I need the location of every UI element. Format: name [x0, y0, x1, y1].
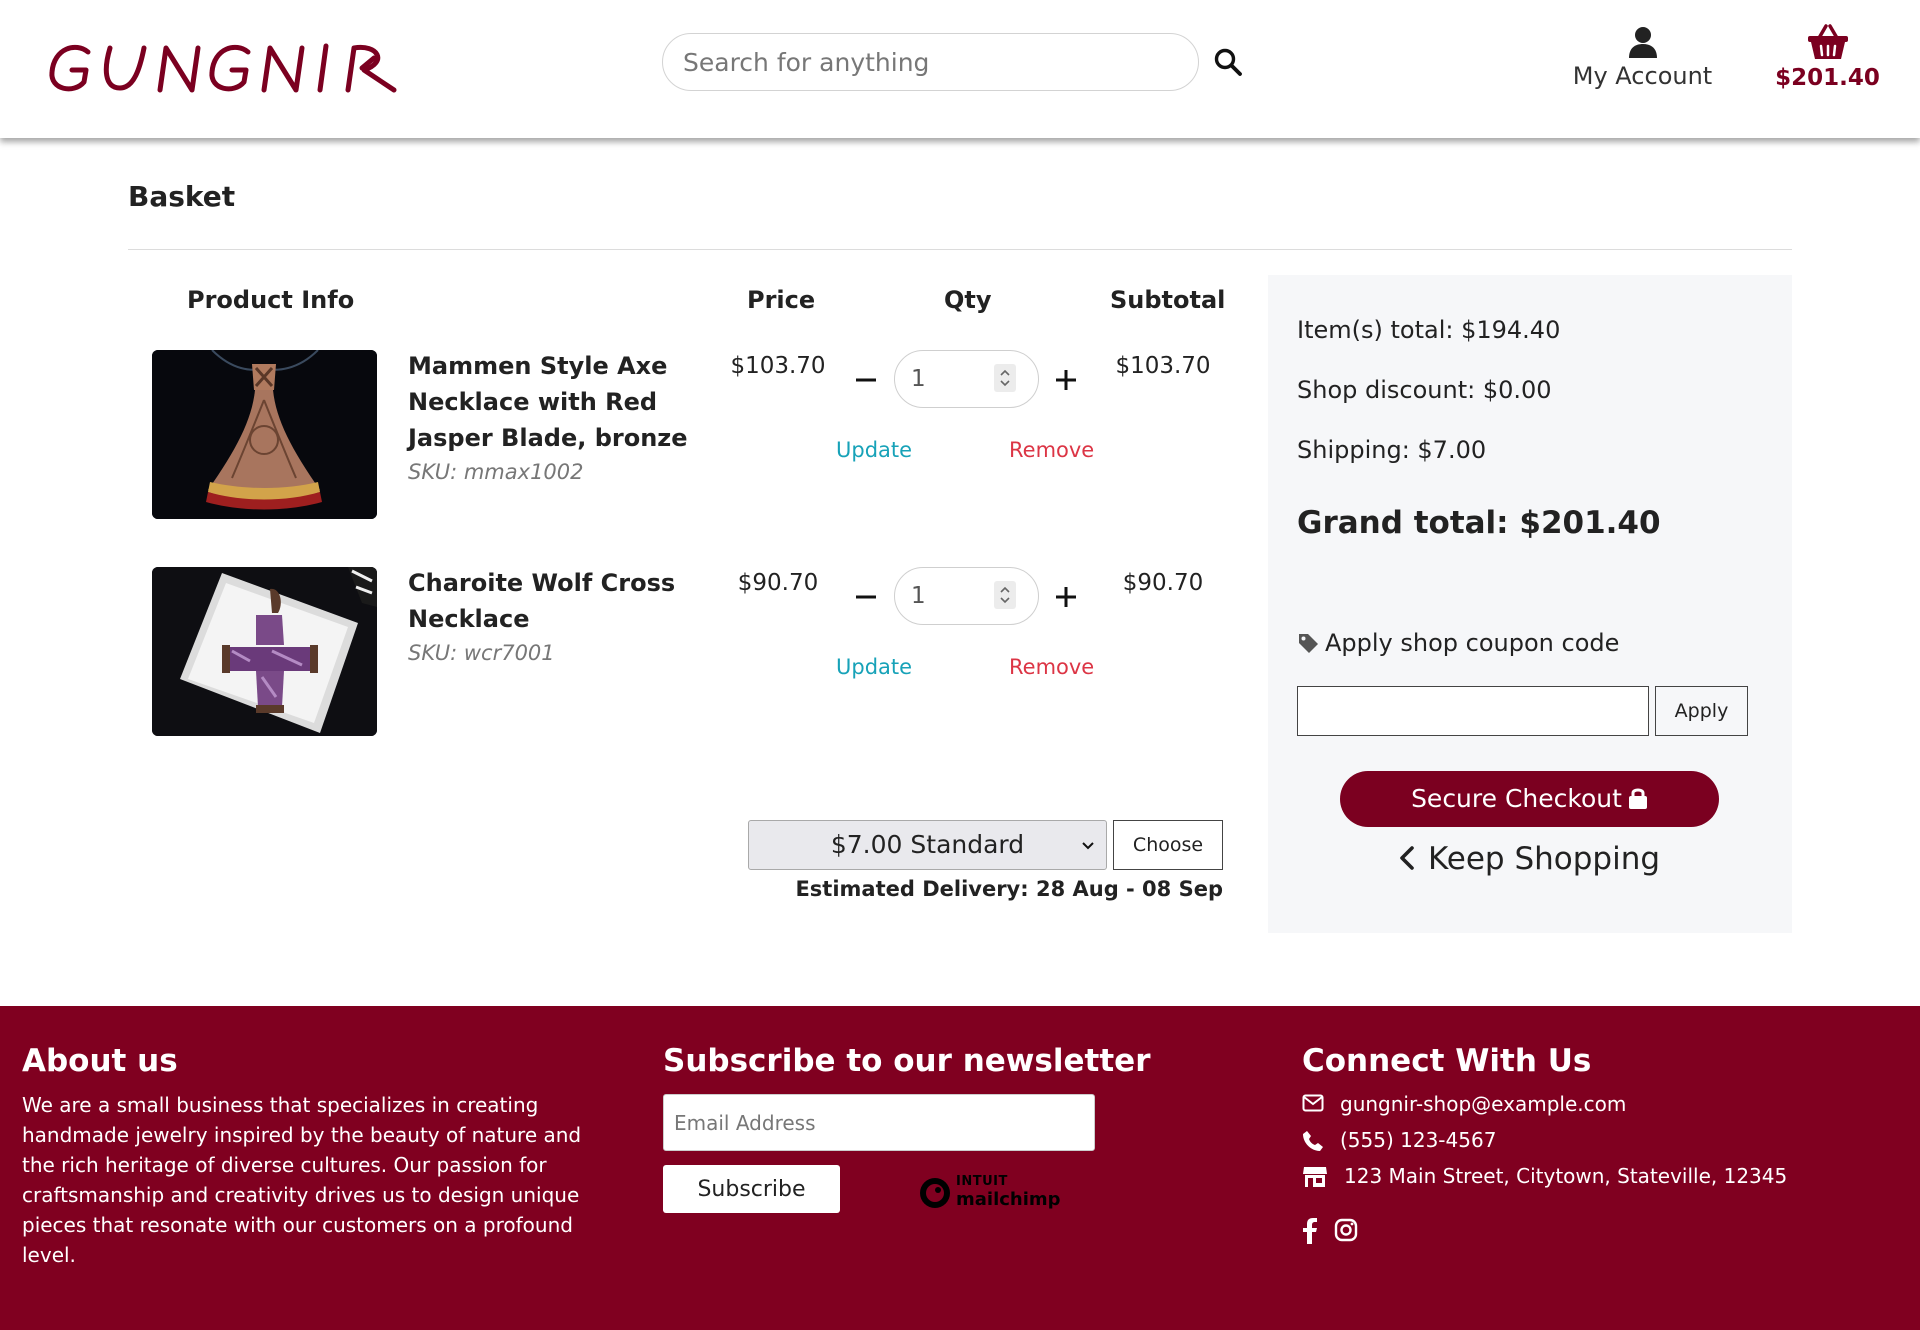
column-header-qty: Qty [944, 286, 992, 314]
mailchimp-logo: INTUIT mailchimp [918, 1175, 1061, 1210]
quantity-input[interactable] [911, 580, 971, 612]
checkout-label: Secure Checkout [1411, 784, 1622, 813]
site-footer: About us We are a small business that sp… [0, 1006, 1920, 1330]
minus-icon[interactable] [851, 582, 881, 612]
quantity-spinner[interactable] [994, 581, 1016, 609]
title-divider [128, 249, 1792, 250]
estimated-delivery: Estimated Delivery: 28 Aug - 08 Sep [795, 877, 1223, 901]
product-name[interactable]: Mammen Style Axe Necklace with Red Jaspe… [408, 348, 708, 456]
item-price: $90.70 [737, 570, 819, 596]
newsletter-email-input[interactable] [663, 1094, 1095, 1151]
search-box [662, 33, 1199, 91]
my-account-link[interactable]: My Account [1560, 26, 1725, 98]
connect-heading: Connect With Us [1302, 1043, 1592, 1079]
shipping-select-value: $7.00 Standard [830, 830, 1025, 859]
chevron-left-icon [1400, 846, 1414, 870]
search-input[interactable] [663, 34, 1198, 90]
coupon-label: Apply shop coupon code [1325, 629, 1620, 657]
contact-email-text: gungnir-shop@example.com [1340, 1092, 1627, 1116]
envelope-icon [1302, 1094, 1324, 1112]
coupon-input[interactable] [1297, 686, 1649, 736]
chevron-down-icon [1082, 842, 1094, 850]
instagram-icon[interactable] [1334, 1218, 1358, 1242]
item-subtotal: $103.70 [1115, 353, 1211, 379]
keep-shopping-link[interactable]: Keep Shopping [1398, 841, 1660, 877]
facebook-icon[interactable] [1302, 1218, 1318, 1244]
keep-shopping-label: Keep Shopping [1428, 841, 1661, 877]
site-header: My Account $201.40 [0, 0, 1920, 138]
item-price: $103.70 [730, 353, 826, 379]
shop-discount: Shop discount: $0.00 [1297, 376, 1552, 404]
basket-total: $201.40 [1775, 65, 1880, 91]
items-total: Item(s) total: $194.40 [1297, 316, 1561, 344]
about-heading: About us [22, 1043, 178, 1079]
newsletter-heading: Subscribe to our newsletter [663, 1043, 1151, 1079]
quantity-spinner[interactable] [994, 364, 1016, 392]
my-account-label: My Account [1572, 62, 1713, 90]
shipping-select[interactable]: $7.00 Standard [748, 820, 1107, 870]
update-link[interactable]: Update [836, 655, 912, 679]
mailchimp-top: INTUIT [956, 1174, 1008, 1189]
order-summary: Item(s) total: $194.40 Shop discount: $0… [1268, 275, 1792, 933]
apply-coupon-button[interactable]: Apply [1655, 686, 1748, 736]
contact-address-text: 123 Main Street, Citytown, Stateville, 1… [1344, 1164, 1788, 1188]
column-header-subtotal: Subtotal [1110, 286, 1226, 314]
store-icon [1303, 1167, 1327, 1187]
tag-icon [1299, 634, 1318, 653]
basket-link[interactable]: $201.40 [1770, 24, 1885, 98]
column-header-product: Product Info [187, 286, 355, 314]
coupon-heading: Apply shop coupon code [1297, 629, 1619, 657]
page-title: Basket [128, 180, 236, 213]
item-subtotal: $90.70 [1122, 570, 1204, 596]
product-image[interactable] [152, 350, 377, 519]
search-icon[interactable] [1213, 47, 1243, 77]
shipping-cost: Shipping: $7.00 [1297, 436, 1487, 464]
choose-shipping-button[interactable]: Choose [1113, 820, 1223, 870]
quantity-input[interactable] [911, 363, 971, 395]
subscribe-button[interactable]: Subscribe [663, 1165, 840, 1213]
product-sku: SKU: mmax1002 [408, 460, 584, 484]
product-image[interactable] [152, 567, 377, 736]
quantity-field [894, 567, 1039, 625]
basket-icon [1807, 24, 1848, 59]
plus-icon[interactable] [1051, 582, 1081, 612]
phone-icon [1303, 1131, 1323, 1151]
secure-checkout-button[interactable]: Secure Checkout [1340, 771, 1719, 827]
minus-icon[interactable] [851, 365, 881, 395]
brand-logo[interactable] [48, 38, 414, 98]
user-icon [1628, 27, 1657, 58]
quantity-field [894, 350, 1039, 408]
mailchimp-word: mailchimp [956, 1189, 1061, 1210]
grand-total: Grand total: $201.40 [1297, 505, 1661, 541]
mailchimp-icon [920, 1178, 950, 1208]
column-header-price: Price [747, 286, 816, 314]
about-text: We are a small business that specializes… [22, 1093, 582, 1267]
remove-link[interactable]: Remove [1009, 655, 1094, 679]
update-link[interactable]: Update [836, 438, 912, 462]
product-sku: SKU: wcr7001 [408, 641, 555, 665]
remove-link[interactable]: Remove [1009, 438, 1094, 462]
lock-icon [1628, 788, 1647, 809]
contact-phone-text: (555) 123-4567 [1340, 1128, 1497, 1152]
plus-icon[interactable] [1051, 365, 1081, 395]
product-name[interactable]: Charoite Wolf Cross Necklace [408, 565, 708, 637]
